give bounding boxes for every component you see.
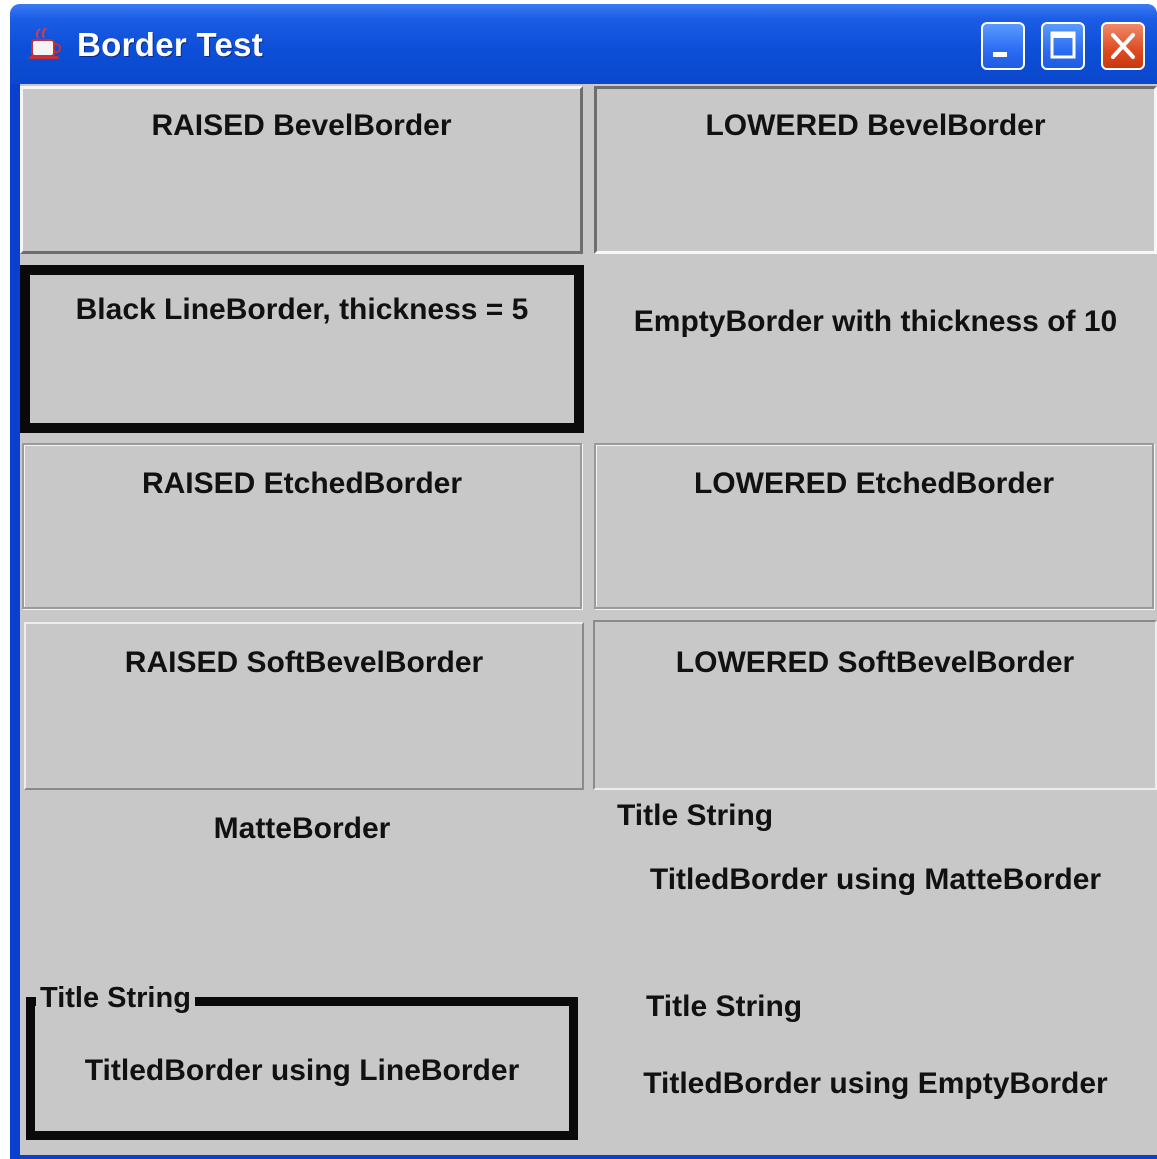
titled-empty-title: Title String	[646, 990, 803, 1023]
close-icon	[1111, 33, 1135, 59]
lowered-etched-panel: LOWERED EtchedBorder	[594, 443, 1154, 609]
maximize-button[interactable]	[1041, 22, 1085, 70]
app-window: Border Test RAISED BevelBorder LOWERED B…	[10, 4, 1157, 1159]
raised-etched-label: RAISED EtchedBorder	[141, 467, 463, 500]
lowered-bevel-label: LOWERED BevelBorder	[705, 109, 1046, 142]
raised-etched-panel: RAISED EtchedBorder	[22, 443, 582, 609]
titled-empty-panel: Title String TitledBorder using EmptyBor…	[594, 979, 1157, 1155]
line-border-panel: Black LineBorder, thickness = 5	[20, 265, 584, 433]
window-title: Border Test	[77, 26, 264, 63]
raised-bevel-panel: RAISED BevelBorder	[20, 86, 583, 254]
line-border-label: Black LineBorder, thickness = 5	[75, 293, 529, 326]
titled-line-label: TitledBorder using LineBorder	[84, 1054, 520, 1087]
java-cup-icon[interactable]	[26, 24, 64, 62]
lowered-soft-bevel-label: LOWERED SoftBevelBorder	[675, 646, 1075, 679]
maximize-icon	[1050, 31, 1076, 59]
titled-matte-title: Title String	[617, 799, 774, 832]
titled-line-title: Title String	[36, 982, 195, 1015]
raised-bevel-label: RAISED BevelBorder	[151, 109, 452, 142]
empty-border-label: EmptyBorder with thickness of 10	[633, 305, 1118, 338]
close-button[interactable]	[1101, 22, 1145, 70]
lowered-bevel-panel: LOWERED BevelBorder	[594, 86, 1157, 254]
matte-border-label: MatteBorder	[213, 812, 391, 845]
titled-empty-label: TitledBorder using EmptyBorder	[643, 1067, 1108, 1100]
content-pane: RAISED BevelBorder LOWERED BevelBorder B…	[20, 84, 1157, 1155]
titled-matte-label: TitledBorder using MatteBorder	[649, 863, 1102, 896]
lowered-etched-label: LOWERED EtchedBorder	[693, 467, 1055, 500]
minimize-button[interactable]	[981, 22, 1025, 70]
matte-border-panel: MatteBorder	[20, 796, 584, 976]
titled-line-panel: Title String TitledBorder using LineBord…	[20, 979, 584, 1155]
titled-matte-panel: Title String TitledBorder using MatteBor…	[594, 796, 1157, 976]
raised-soft-bevel-label: RAISED SoftBevelBorder	[124, 646, 484, 679]
title-bar[interactable]: Border Test	[10, 4, 1157, 84]
empty-border-panel: EmptyBorder with thickness of 10	[594, 265, 1157, 433]
minimize-icon	[993, 52, 1007, 57]
raised-soft-bevel-panel: RAISED SoftBevelBorder	[24, 622, 584, 790]
lowered-soft-bevel-panel: LOWERED SoftBevelBorder	[593, 620, 1157, 790]
